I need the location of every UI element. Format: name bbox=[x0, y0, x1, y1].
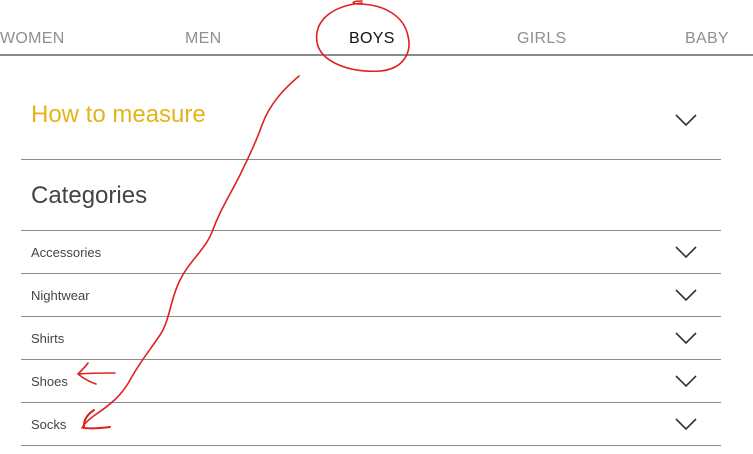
category-item-shirts[interactable]: Shirts bbox=[21, 317, 721, 360]
category-item-socks[interactable]: Socks bbox=[21, 403, 721, 446]
tab-men[interactable]: MEN bbox=[185, 30, 221, 48]
category-item-nightwear[interactable]: Nightwear bbox=[21, 274, 721, 317]
chevron-down-icon[interactable] bbox=[675, 114, 697, 126]
chevron-down-icon[interactable] bbox=[675, 289, 697, 301]
category-item-shoes[interactable]: Shoes bbox=[21, 360, 721, 403]
how-to-measure-accordion[interactable]: How to measure bbox=[21, 82, 721, 160]
category-tabs: WOMEN MEN BOYS GIRLS BABY bbox=[0, 0, 753, 56]
categories-heading: Categories bbox=[31, 182, 148, 209]
tab-baby[interactable]: BABY bbox=[685, 30, 729, 48]
categories-list: Accessories Nightwear Shirts Shoes Socks bbox=[21, 230, 721, 446]
how-to-measure-title: How to measure bbox=[31, 101, 206, 128]
category-item-label: Shirts bbox=[31, 331, 65, 346]
category-item-label: Socks bbox=[31, 417, 67, 432]
chevron-down-icon[interactable] bbox=[675, 332, 697, 344]
category-item-accessories[interactable]: Accessories bbox=[21, 231, 721, 274]
chevron-down-icon[interactable] bbox=[675, 418, 697, 430]
tab-boys[interactable]: BOYS bbox=[349, 30, 395, 48]
chevron-down-icon[interactable] bbox=[675, 375, 697, 387]
category-item-label: Nightwear bbox=[31, 288, 90, 303]
tab-girls[interactable]: GIRLS bbox=[517, 30, 567, 48]
chevron-down-icon[interactable] bbox=[675, 246, 697, 258]
tab-women[interactable]: WOMEN bbox=[0, 30, 65, 48]
category-item-label: Shoes bbox=[31, 374, 68, 389]
category-item-label: Accessories bbox=[31, 245, 102, 260]
